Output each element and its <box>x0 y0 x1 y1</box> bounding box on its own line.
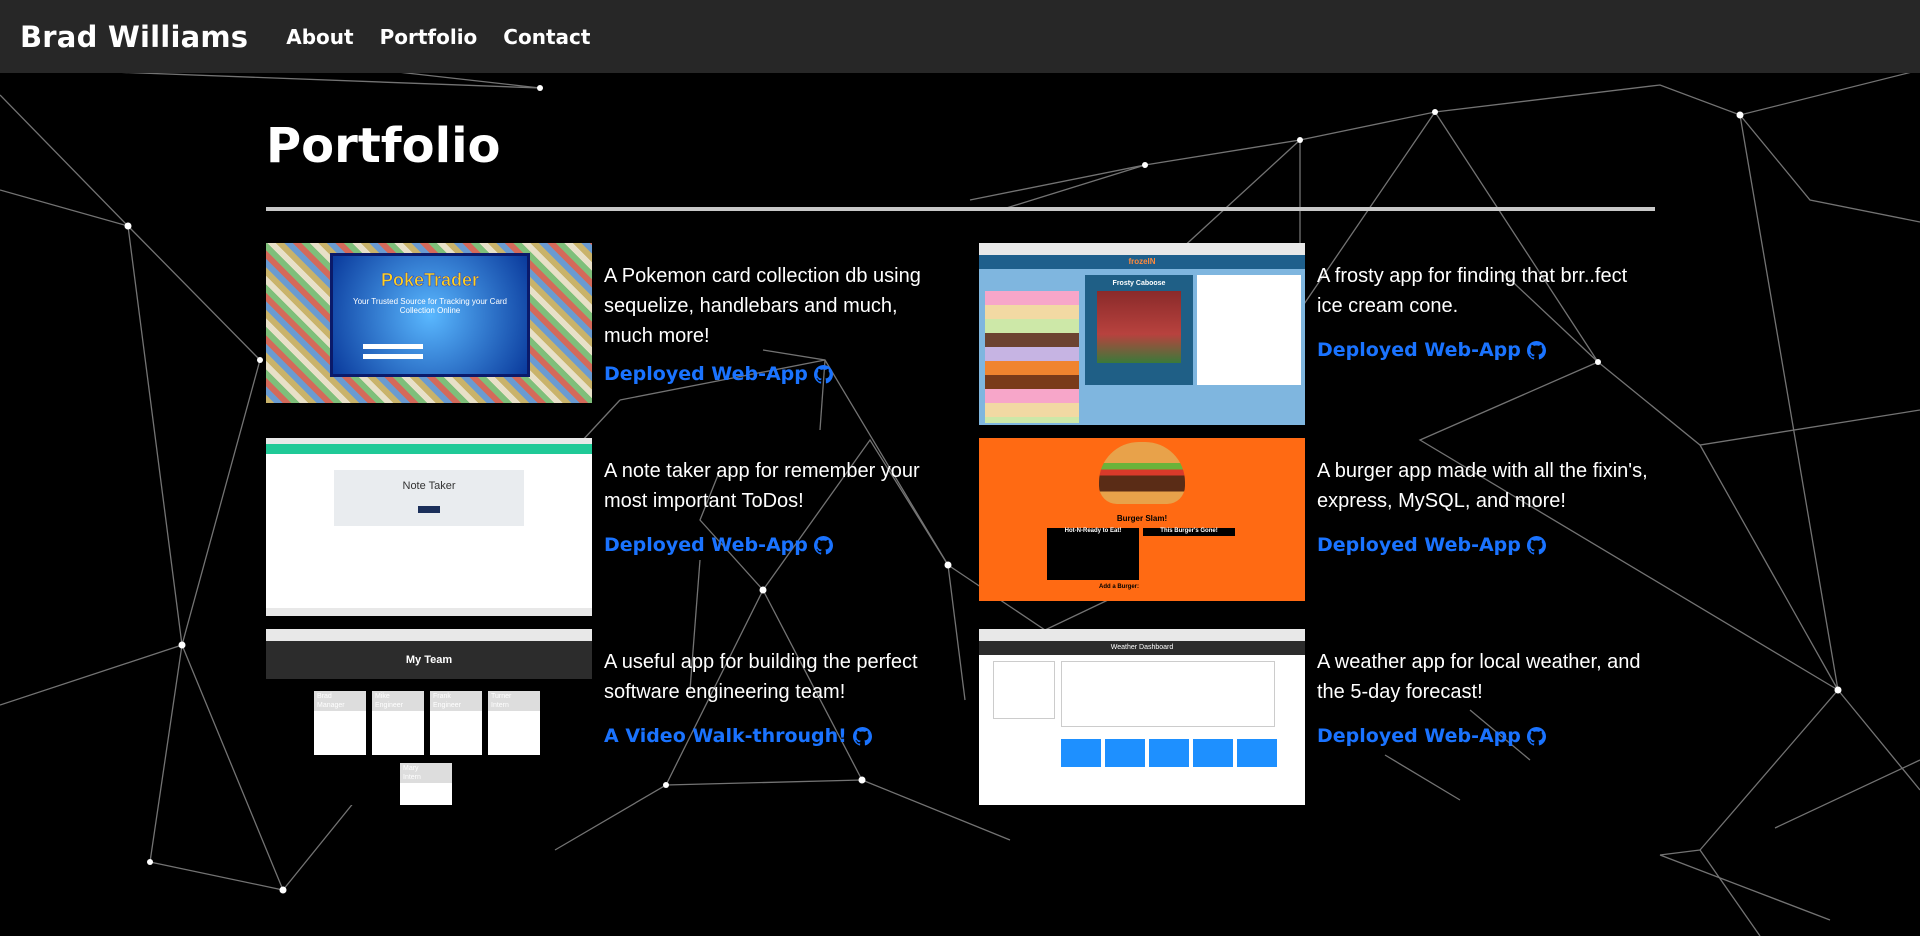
project-link[interactable]: Deployed Web-App <box>1317 534 1546 556</box>
github-icon <box>1526 726 1546 746</box>
thumb-photo <box>1097 291 1181 363</box>
project-thumbnail[interactable]: My Team Brad Manager Mike Engineer Frank… <box>266 629 592 805</box>
thumb-member-role: Intern <box>488 702 540 711</box>
thumb-browser-bar <box>979 243 1305 255</box>
thumb-login-panel: PokeTrader Your Trusted Source for Track… <box>330 253 530 377</box>
project-card-frozen: frozeIN Frosty Caboose Timer: 10:55 Dire… <box>979 243 1679 425</box>
project-link[interactable]: Deployed Web-App <box>604 363 833 385</box>
project-link[interactable]: Deployed Web-App <box>1317 339 1546 361</box>
project-link[interactable]: Deployed Web-App <box>1317 725 1546 747</box>
thumb-forecast-day <box>1105 739 1145 767</box>
thumb-right-table: This Burger's Gone! <box>1143 528 1235 536</box>
project-link[interactable]: Deployed Web-App <box>604 534 833 556</box>
thumb-member-role: Engineer <box>430 702 482 711</box>
nav-portfolio-link[interactable]: Portfolio <box>380 25 478 49</box>
thumb-member-name: Turner <box>488 691 540 702</box>
thumb-button <box>418 506 440 513</box>
thumb-member-role: Manager <box>314 702 366 711</box>
thumb-current-weather: Seattle (6/17/2020) <box>1061 661 1275 727</box>
github-icon <box>813 364 833 384</box>
project-description: A weather app for local weather, and the… <box>1317 651 1641 703</box>
github-icon <box>813 535 833 555</box>
thumb-search-label: Search for City <box>996 664 1030 670</box>
thumb-title: Burger Slam! <box>1116 514 1168 523</box>
thumb-subtitle: Frosty Caboose <box>1112 280 1166 287</box>
thumb-input <box>363 344 423 349</box>
thumb-member-name: Frank <box>430 691 482 702</box>
thumb-title: frozeIN <box>979 255 1305 269</box>
project-link-label: Deployed Web-App <box>1317 725 1521 747</box>
thumb-forecast-day <box>1061 739 1101 767</box>
project-link[interactable]: A Video Walk-through! <box>604 725 872 747</box>
thumb-member-role: Engineer <box>372 702 424 711</box>
project-description: A useful app for building the perfect so… <box>604 651 918 703</box>
thumb-forecast-label: 5-Day Forecast: <box>1061 729 1104 735</box>
thumb-header <box>266 444 592 454</box>
thumb-member-card: Turner Intern <box>488 691 540 755</box>
project-card-burger: Burger Slam! Hot-N-Ready to Eat! This Bu… <box>979 438 1679 614</box>
thumb-member-card: Mike Engineer <box>372 691 424 755</box>
github-icon <box>1526 535 1546 555</box>
thumb-burger-image <box>1099 442 1185 504</box>
thumb-taskbar <box>266 608 592 616</box>
project-thumbnail[interactable]: Weather Dashboard Search for City Seattl… <box>979 629 1305 805</box>
thumb-member-card: Brad Manager <box>314 691 366 755</box>
brand-name[interactable]: Brad Williams <box>20 20 248 54</box>
project-card-weather: Weather Dashboard Search for City Seattl… <box>979 629 1679 805</box>
thumb-member-role: Intern <box>400 774 452 783</box>
thumb-directions: Directions <box>1202 300 1237 307</box>
thumb-city: Seattle (6/17/2020) <box>1066 666 1118 672</box>
project-description: A note taker app for remember your most … <box>604 460 920 512</box>
project-link-label: Deployed Web-App <box>604 363 808 385</box>
nav-contact-link[interactable]: Contact <box>503 25 590 49</box>
thumb-subtitle: Your Trusted Source for Tracking your Ca… <box>353 297 507 315</box>
project-thumbnail[interactable]: Note Taker <box>266 438 592 616</box>
thumb-member-name: Mary <box>400 763 452 774</box>
thumb-list <box>985 291 1079 423</box>
project-description: A burger app made with all the fixin's, … <box>1317 460 1648 512</box>
thumb-add: Add a Burger: <box>1099 584 1140 590</box>
thumb-browser-bar <box>979 629 1305 641</box>
thumb-left-col: Hot-N-Ready to Eat! <box>1064 528 1122 534</box>
project-link-label: Deployed Web-App <box>1317 534 1521 556</box>
github-icon <box>852 726 872 746</box>
thumb-card: Frosty Caboose <box>1085 275 1193 385</box>
project-card-note-taker: Note Taker A note taker app for remember… <box>266 438 966 616</box>
thumb-member-card: Mary Intern <box>400 763 452 805</box>
project-thumbnail[interactable]: Burger Slam! Hot-N-Ready to Eat! This Bu… <box>979 438 1305 601</box>
thumb-forecast-day <box>1193 739 1233 767</box>
page-title: Portfolio <box>266 118 501 174</box>
thumb-timer: Timer: 10:55 <box>1202 279 1244 286</box>
project-description: A frosty app for finding that brr..fect … <box>1317 265 1628 317</box>
thumb-panel: Timer: 10:55 Directions <box>1197 275 1301 385</box>
project-link-label: A Video Walk-through! <box>604 725 847 747</box>
thumb-forecast-day <box>1149 739 1189 767</box>
project-description: A Pokemon card collection db using seque… <box>604 265 921 347</box>
thumb-title: Note Taker <box>402 480 456 492</box>
thumb-forecast-day <box>1237 739 1277 767</box>
thumb-title: Weather Dashboard <box>979 641 1305 655</box>
project-thumbnail[interactable]: PokeTrader Your Trusted Source for Track… <box>266 243 592 403</box>
thumb-input <box>363 354 423 359</box>
thumb-title: PokeTrader <box>380 270 480 291</box>
project-card-my-team: My Team Brad Manager Mike Engineer Frank… <box>266 629 966 805</box>
nav-about-link[interactable]: About <box>286 25 353 49</box>
thumb-right-col: This Burger's Gone! <box>1160 528 1218 534</box>
thumb-left-table: Hot-N-Ready to Eat! <box>1047 528 1139 580</box>
project-thumbnail[interactable]: frozeIN Frosty Caboose Timer: 10:55 Dire… <box>979 243 1305 425</box>
thumb-search-panel: Search for City <box>993 661 1055 719</box>
thumb-jumbotron: Note Taker <box>334 470 524 526</box>
nav-links: About Portfolio Contact <box>272 25 602 49</box>
thumb-member-card: Frank Engineer <box>430 691 482 755</box>
title-divider <box>266 207 1655 211</box>
project-card-poketrader: PokeTrader Your Trusted Source for Track… <box>266 243 966 419</box>
thumb-title: My Team <box>266 641 592 679</box>
thumb-member-name: Brad <box>314 691 366 702</box>
top-navbar: Brad Williams About Portfolio Contact <box>0 0 1920 73</box>
project-link-label: Deployed Web-App <box>604 534 808 556</box>
project-link-label: Deployed Web-App <box>1317 339 1521 361</box>
thumb-member-name: Mike <box>372 691 424 702</box>
thumb-browser-bar <box>266 629 592 641</box>
github-icon <box>1526 340 1546 360</box>
